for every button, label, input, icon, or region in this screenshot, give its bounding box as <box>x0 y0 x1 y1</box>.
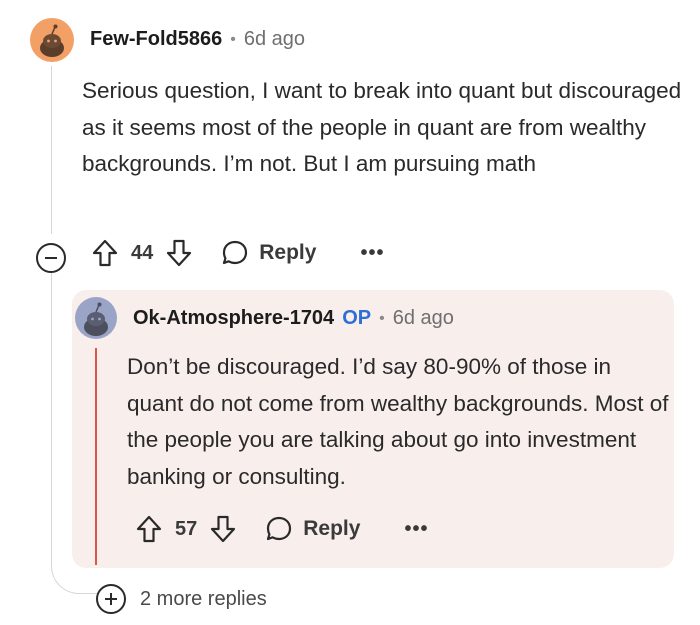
more-options-button[interactable]: ••• <box>404 518 428 541</box>
upvote-icon <box>136 515 162 543</box>
snoo-avatar-icon <box>40 24 64 57</box>
downvote-icon <box>211 515 236 543</box>
reply-button[interactable]: Reply <box>265 515 360 543</box>
comment-timestamp[interactable]: 6d ago <box>244 28 305 51</box>
reply-label: Reply <box>259 241 317 264</box>
downvote-button[interactable] <box>165 238 193 268</box>
user-avatar[interactable] <box>30 18 74 62</box>
comment-body: Serious question, I want to break into q… <box>82 78 682 176</box>
comment-thread: Few-Fold5866 • 6d ago Serious question, … <box>0 0 700 625</box>
reply-actions: 57 Reply ••• <box>135 514 428 544</box>
upvote-icon <box>92 239 118 267</box>
downvote-button[interactable] <box>209 514 237 544</box>
snoo-avatar-icon <box>84 302 108 336</box>
collapse-thread-button[interactable] <box>36 243 66 273</box>
reply-username[interactable]: Ok-Atmosphere-1704 <box>133 307 334 330</box>
reply-button[interactable]: Reply <box>221 239 316 267</box>
meta-separator: • <box>230 30 236 48</box>
more-options-button[interactable]: ••• <box>360 242 384 265</box>
op-badge: OP <box>342 307 372 329</box>
comment-meta: Few-Fold5866 • 6d ago <box>90 28 305 51</box>
vote-count: 44 <box>131 241 154 264</box>
reply-timestamp[interactable]: 6d ago <box>393 307 454 330</box>
upvote-button[interactable] <box>91 238 119 268</box>
comment-username[interactable]: Few-Fold5866 <box>90 28 222 51</box>
comment-bubble-icon <box>223 240 248 265</box>
downvote-icon <box>167 239 192 267</box>
reply-user-avatar[interactable] <box>75 297 117 339</box>
reply-highlight-line <box>95 348 97 565</box>
meta-separator: • <box>379 309 385 327</box>
vote-count: 57 <box>175 517 198 540</box>
more-replies-label: 2 more replies <box>140 587 267 610</box>
thread-line[interactable] <box>51 66 52 234</box>
upvote-button[interactable] <box>135 514 163 544</box>
plus-circle-icon <box>96 584 126 614</box>
minus-circle-icon <box>45 257 57 259</box>
reply-meta: Ok-Atmosphere-1704 OP • 6d ago <box>133 307 454 330</box>
reply-label: Reply <box>303 517 361 540</box>
comment-bubble-icon <box>267 516 292 541</box>
comment-actions: 44 Reply ••• <box>91 238 384 268</box>
more-replies-button[interactable]: 2 more replies <box>96 584 267 614</box>
reply-body: Don’t be discouraged. I’d say 80-90% of … <box>127 354 669 489</box>
